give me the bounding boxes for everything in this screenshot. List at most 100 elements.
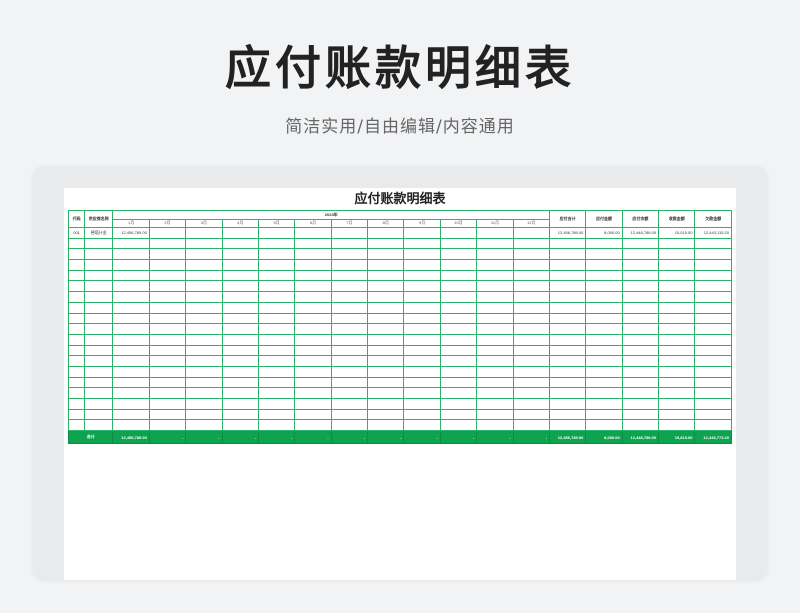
table-cell[interactable] <box>84 344 114 357</box>
table-cell[interactable] <box>257 237 296 250</box>
table-cell[interactable] <box>476 301 514 314</box>
table-cell[interactable] <box>84 237 114 250</box>
table-cell[interactable] <box>67 355 86 367</box>
table-cell[interactable] <box>621 237 660 250</box>
table-cell[interactable] <box>148 269 187 282</box>
table-cell[interactable] <box>658 333 696 346</box>
table-cell[interactable] <box>548 365 587 378</box>
table-cell[interactable] <box>585 365 623 378</box>
table-cell[interactable] <box>148 344 187 357</box>
table-cell[interactable] <box>548 355 587 367</box>
table-cell[interactable] <box>694 269 732 282</box>
table-cell[interactable] <box>84 291 114 303</box>
table-cell[interactable] <box>694 419 732 432</box>
cell-settled-amount[interactable]: 12,443,115.20 <box>694 227 732 239</box>
table-cell[interactable] <box>548 344 587 357</box>
table-cell[interactable] <box>585 333 623 346</box>
table-cell[interactable] <box>585 387 623 399</box>
table-cell[interactable] <box>112 280 150 293</box>
table-cell[interactable] <box>221 248 259 261</box>
table-cell[interactable] <box>367 376 405 389</box>
table-cell[interactable] <box>67 365 86 378</box>
table-cell[interactable] <box>148 387 187 399</box>
table-cell[interactable] <box>294 269 332 282</box>
table-cell[interactable] <box>621 323 660 335</box>
table-cell[interactable] <box>512 312 550 325</box>
table-cell[interactable] <box>67 269 86 282</box>
table-cell[interactable] <box>658 291 696 303</box>
table-cell[interactable] <box>84 408 114 421</box>
table-cell[interactable] <box>148 408 187 421</box>
table-cell[interactable] <box>84 419 114 432</box>
table-cell[interactable] <box>330 365 369 378</box>
table-cell[interactable] <box>294 301 332 314</box>
table-cell[interactable] <box>403 419 441 432</box>
table-cell[interactable] <box>621 419 660 432</box>
table-cell[interactable] <box>512 365 550 378</box>
table-cell[interactable] <box>512 301 550 314</box>
table-cell[interactable] <box>148 376 187 389</box>
table-cell[interactable] <box>367 291 405 303</box>
table-cell[interactable] <box>585 376 623 389</box>
table-cell[interactable] <box>185 301 223 314</box>
table-cell[interactable] <box>585 269 623 282</box>
table-cell[interactable] <box>221 419 259 432</box>
table-cell[interactable] <box>439 333 478 346</box>
table-cell[interactable] <box>476 237 514 250</box>
table-cell[interactable] <box>257 248 296 261</box>
table-cell[interactable] <box>512 408 550 421</box>
table-cell[interactable] <box>84 312 114 325</box>
table-cell[interactable] <box>476 408 514 421</box>
table-cell[interactable] <box>585 355 623 367</box>
table-cell[interactable] <box>403 301 441 314</box>
table-cell[interactable] <box>621 312 660 325</box>
table-cell[interactable] <box>476 312 514 325</box>
table-cell[interactable] <box>585 301 623 314</box>
cell-payable-total[interactable]: 12,456,789.00 <box>548 227 587 239</box>
table-cell[interactable] <box>148 398 187 410</box>
table-cell[interactable] <box>294 280 332 293</box>
cell-month-value[interactable]: 12,456,789.00 <box>112 227 150 239</box>
table-cell[interactable] <box>84 365 114 378</box>
table-cell[interactable] <box>621 248 660 261</box>
table-cell[interactable] <box>476 269 514 282</box>
table-cell[interactable] <box>330 301 369 314</box>
table-cell[interactable] <box>476 344 514 357</box>
table-cell[interactable] <box>112 333 150 346</box>
table-cell[interactable] <box>112 301 150 314</box>
table-cell[interactable] <box>476 333 514 346</box>
table-cell[interactable] <box>476 365 514 378</box>
table-cell[interactable] <box>185 323 223 335</box>
table-cell[interactable] <box>112 408 150 421</box>
table-cell[interactable] <box>439 355 478 367</box>
table-cell[interactable] <box>294 344 332 357</box>
table-cell[interactable] <box>257 301 296 314</box>
table-cell[interactable] <box>221 344 259 357</box>
table-cell[interactable] <box>148 365 187 378</box>
table-cell[interactable] <box>403 259 441 271</box>
table-cell[interactable] <box>67 259 86 271</box>
table-cell[interactable] <box>148 323 187 335</box>
table-cell[interactable] <box>548 280 587 293</box>
table-cell[interactable] <box>112 248 150 261</box>
table-cell[interactable] <box>185 312 223 325</box>
table-cell[interactable] <box>294 291 332 303</box>
table-cell[interactable] <box>185 355 223 367</box>
table-cell[interactable] <box>84 248 114 261</box>
table-cell[interactable] <box>221 291 259 303</box>
table-cell[interactable] <box>658 312 696 325</box>
table-cell[interactable] <box>330 291 369 303</box>
table-cell[interactable] <box>367 387 405 399</box>
table-cell[interactable] <box>221 387 259 399</box>
table-cell[interactable] <box>185 269 223 282</box>
table-cell[interactable] <box>439 387 478 399</box>
table-cell[interactable] <box>403 291 441 303</box>
table-cell[interactable] <box>658 259 696 271</box>
table-cell[interactable] <box>512 227 550 239</box>
table-cell[interactable] <box>439 376 478 389</box>
table-cell[interactable] <box>403 387 441 399</box>
table-cell[interactable] <box>658 376 696 389</box>
table-cell[interactable] <box>330 387 369 399</box>
table-cell[interactable] <box>257 355 296 367</box>
table-cell[interactable] <box>439 312 478 325</box>
